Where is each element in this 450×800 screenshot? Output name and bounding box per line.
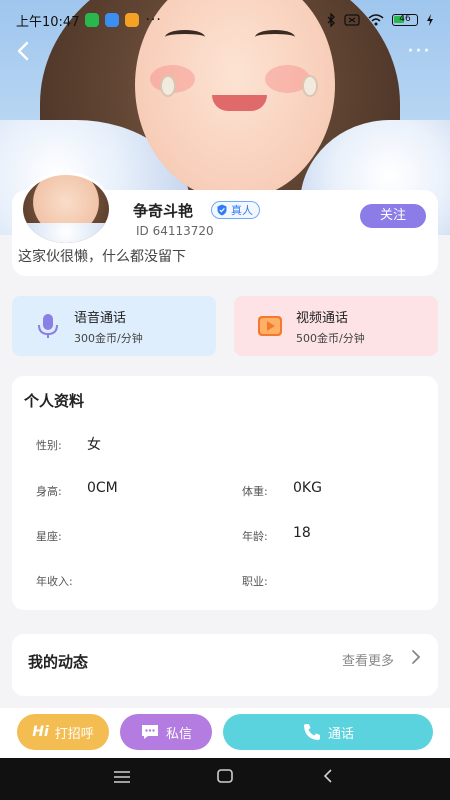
back-arrow-icon <box>17 41 29 61</box>
cover-earring-left <box>160 75 176 97</box>
cover-mouth <box>212 95 267 111</box>
personal-info-title: 个人资料 <box>24 392 85 410</box>
bluetooth-icon <box>327 13 335 27</box>
sim-icon <box>344 14 360 26</box>
message-button[interactable]: 私信 <box>120 714 212 750</box>
avatar[interactable] <box>20 172 112 246</box>
status-bar: 上午10:47 ··· 46 <box>0 0 450 40</box>
weight-value: 0KG <box>293 480 322 496</box>
height-value: 0CM <box>87 480 118 496</box>
charging-icon <box>427 14 433 26</box>
video-call-card[interactable]: 视频通话 500金币/分钟 <box>234 296 438 356</box>
profile-name: 争奇斗艳 <box>133 202 194 220</box>
verified-shield-icon <box>217 204 227 216</box>
orange-app-icon <box>125 13 140 27</box>
message-label: 私信 <box>165 726 192 742</box>
system-nav-bar <box>0 758 450 800</box>
greet-button[interactable]: Hi 打招呼 <box>17 714 109 750</box>
user-id: ID 64113720 <box>136 224 214 238</box>
home-icon[interactable] <box>213 767 237 791</box>
video-play-icon <box>258 316 282 336</box>
more-options-button[interactable]: ··· <box>404 38 434 66</box>
battery-level-text: 46 <box>399 14 411 24</box>
weight-label: 体重: <box>242 485 268 498</box>
back-nav-icon[interactable] <box>316 767 340 791</box>
status-right: 46 <box>326 13 434 27</box>
video-call-price: 500金币/分钟 <box>296 331 365 345</box>
voice-call-card[interactable]: 语音通话 300金币/分钟 <box>12 296 216 356</box>
age-label: 年龄: <box>242 530 268 543</box>
user-id-value: 64113720 <box>152 224 214 238</box>
avatar-shirt <box>23 223 109 243</box>
gender-label: 性别: <box>36 439 62 452</box>
personal-info-card <box>12 376 438 610</box>
gender-value: 女 <box>87 437 101 453</box>
cover-earring-right <box>302 75 318 97</box>
verified-badge: 真人 <box>211 201 260 219</box>
age-value: 18 <box>293 525 311 541</box>
blue-app-icon <box>105 13 120 27</box>
moments-title: 我的动态 <box>28 653 89 671</box>
phone-icon <box>303 724 320 740</box>
microphone-icon <box>38 314 58 338</box>
verified-label: 真人 <box>231 204 253 217</box>
battery-icon: 46 <box>392 14 418 26</box>
wifi-icon <box>368 14 384 26</box>
voice-call-price: 300金币/分钟 <box>74 331 143 345</box>
follow-button[interactable]: 关注 <box>360 204 426 228</box>
voice-call-text: 语音通话 300金币/分钟 <box>74 307 143 346</box>
chat-bubble-icon <box>141 725 158 739</box>
greet-label: 打招呼 <box>54 726 94 742</box>
height-label: 身高: <box>36 485 62 498</box>
status-time: 上午10:47 <box>16 14 80 30</box>
profile-bio: 这家伙很懒，什么都没留下 <box>18 249 186 265</box>
voice-call-title: 语音通话 <box>74 310 127 326</box>
call-label: 通话 <box>327 726 354 742</box>
zodiac-label: 星座: <box>36 530 62 543</box>
status-more-dots: ··· <box>145 12 162 28</box>
green-app-icon <box>85 13 100 27</box>
chevron-right-icon[interactable] <box>410 649 422 669</box>
menu-icon[interactable] <box>110 767 134 791</box>
back-button[interactable] <box>10 40 38 68</box>
video-call-text: 视频通话 500金币/分钟 <box>296 307 365 346</box>
job-label: 职业: <box>242 575 268 588</box>
moments-more-link[interactable]: 查看更多 <box>342 650 394 669</box>
income-label: 年收入: <box>36 575 73 588</box>
hi-icon: Hi <box>32 724 49 740</box>
video-call-title: 视频通话 <box>296 310 349 326</box>
user-id-label: ID <box>136 224 149 238</box>
call-button[interactable]: 通话 <box>223 714 433 750</box>
